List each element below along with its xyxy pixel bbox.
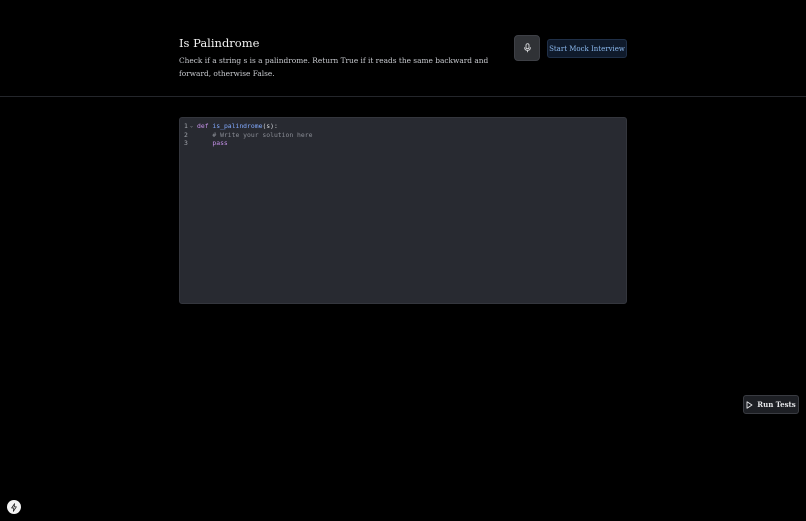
problem-title: Is Palindrome (179, 36, 260, 50)
start-mock-interview-button[interactable]: Start Mock Interview (547, 39, 627, 58)
line-number: 3 (184, 139, 188, 147)
problem-description: Check if a string s is a palindrome. Ret… (179, 56, 489, 78)
page: Is Palindrome Check if a string s is a p… (0, 0, 806, 521)
run-tests-button[interactable]: Run Tests (743, 395, 799, 414)
code-editor[interactable]: 1 ⌄ def is_palindrome(s): 2 # Write your so… (179, 117, 799, 414)
code-token: # Write your solution here (212, 130, 313, 139)
floating-action-button[interactable] (7, 500, 21, 514)
code-text: # Write your solution here (197, 131, 312, 140)
problem-header: Is Palindrome Check if a string s is a p… (0, 0, 806, 97)
code-text: def is_palindrome(s): (197, 122, 278, 131)
play-icon (746, 400, 753, 409)
lightning-icon (11, 502, 17, 512)
code-token: def (197, 122, 209, 130)
microphone-button[interactable] (514, 35, 540, 61)
code-token: is_palindrome (212, 122, 263, 130)
microphone-icon (523, 43, 531, 53)
code-token: (s): (262, 122, 278, 130)
line-number: 2 (184, 130, 188, 139)
fold-chevron-icon[interactable]: ⌄ (190, 122, 193, 131)
code-text: pass (197, 139, 228, 148)
run-tests-label: Run Tests (757, 400, 796, 409)
code-token: pass (212, 139, 228, 147)
